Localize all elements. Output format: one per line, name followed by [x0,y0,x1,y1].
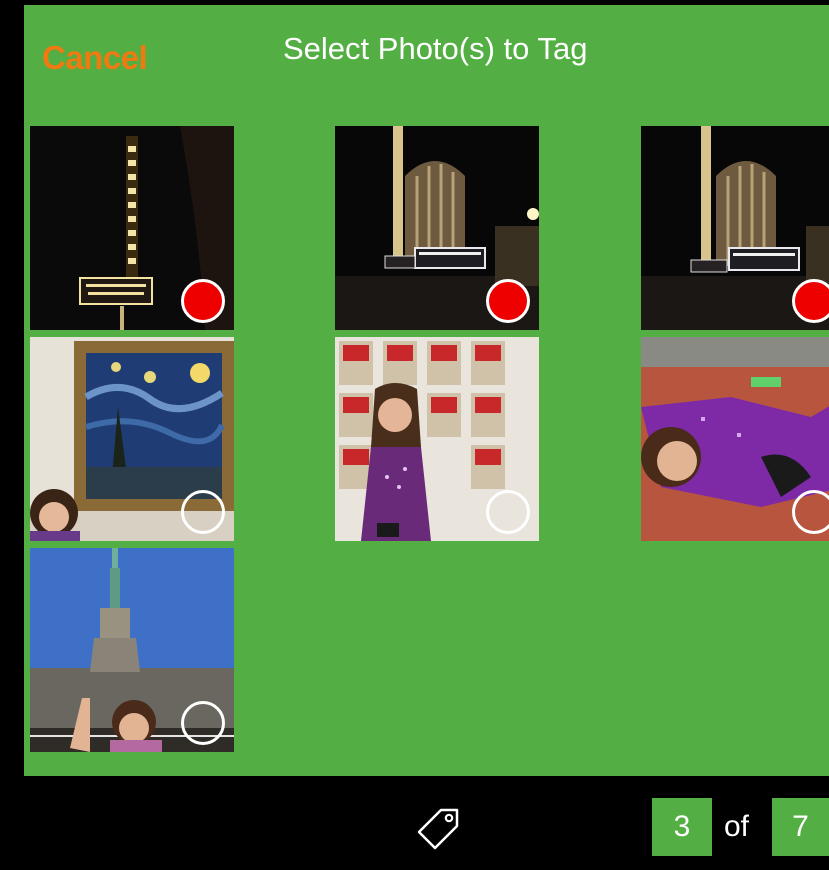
photo-tile[interactable] [30,337,234,541]
total-pages-label: 7 [772,798,829,856]
photo-tile[interactable] [30,548,234,752]
selection-checkmark[interactable] [181,701,225,745]
selection-checkmark[interactable] [792,490,829,534]
selection-checkmark[interactable] [181,279,225,323]
photo-tile[interactable] [641,126,829,330]
current-page-field[interactable]: 3 [652,798,712,856]
selection-checkmark[interactable] [486,490,530,534]
page-title: Select Photo(s) to Tag [283,31,588,66]
photo-tile[interactable] [641,337,829,541]
photo-tile[interactable] [335,337,539,541]
selection-checkmark[interactable] [486,279,530,323]
photo-tile[interactable] [335,126,539,330]
tag-icon[interactable] [413,802,463,852]
page-of-label: of [724,810,750,843]
selection-checkmark[interactable] [181,490,225,534]
photo-tile[interactable] [30,126,234,330]
selection-checkmark[interactable] [792,279,829,323]
